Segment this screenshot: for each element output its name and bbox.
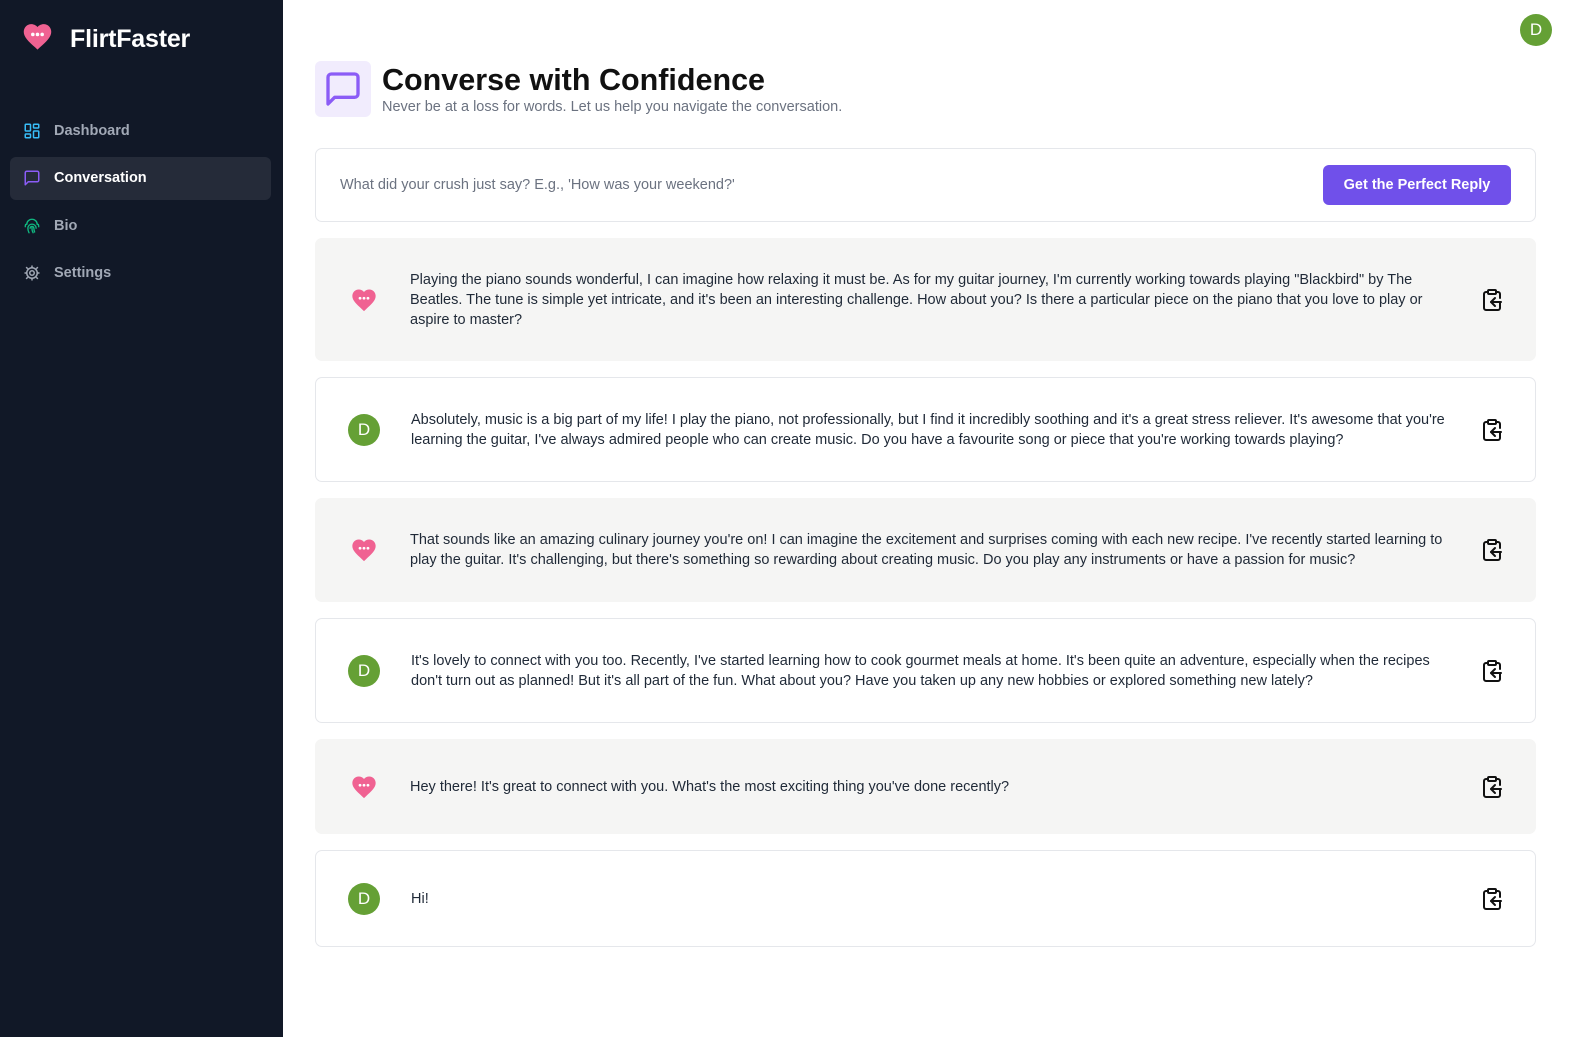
sidebar-item-label: Bio bbox=[54, 217, 78, 234]
sidebar-item-conversation[interactable]: Conversation bbox=[10, 156, 271, 200]
sidebar-item-settings[interactable]: Settings bbox=[10, 252, 271, 295]
clipboard-copy-icon[interactable] bbox=[1479, 537, 1505, 563]
prompt-form: Get the Perfect Reply bbox=[315, 148, 1536, 222]
message-text: Hi! bbox=[411, 890, 429, 907]
message-user: D Hi! bbox=[315, 850, 1536, 947]
header-text: Converse with Confidence Never be at a l… bbox=[382, 61, 842, 117]
sidebar-nav: Dashboard Conversation Bio Settings bbox=[10, 109, 271, 299]
fingerprint-icon bbox=[22, 216, 42, 236]
page-header: Converse with Confidence Never be at a l… bbox=[315, 61, 842, 117]
get-reply-button[interactable]: Get the Perfect Reply bbox=[1323, 165, 1511, 205]
page-subtitle: Never be at a loss for words. Let us hel… bbox=[382, 99, 843, 115]
user-avatar: D bbox=[348, 654, 380, 687]
main-content: D Converse with Confidence Never be at a… bbox=[283, 0, 1583, 1037]
heart-bot-icon bbox=[348, 771, 380, 803]
brand[interactable]: FlirtFaster bbox=[21, 20, 190, 58]
grid-icon bbox=[22, 121, 42, 141]
clipboard-copy-icon[interactable] bbox=[1479, 658, 1505, 684]
sidebar: FlirtFaster Dashboard Conversation Bio S… bbox=[0, 0, 283, 1037]
message-user: D Absolutely, music is a big part of my … bbox=[315, 377, 1536, 482]
message-bot: Hey there! It's great to connect with yo… bbox=[315, 739, 1536, 834]
app-name: FlirtFaster bbox=[70, 24, 191, 53]
sidebar-item-label: Dashboard bbox=[54, 122, 130, 139]
message-list: Playing the piano sounds wonderful, I ca… bbox=[315, 238, 1536, 963]
message-text: Playing the piano sounds wonderful, I ca… bbox=[410, 271, 1423, 328]
message-text: Hey there! It's great to connect with yo… bbox=[410, 778, 1010, 795]
heart-bot-icon bbox=[348, 534, 380, 566]
message-text: Absolutely, music is a big part of my li… bbox=[411, 411, 1445, 448]
sidebar-item-label: Conversation bbox=[54, 170, 147, 186]
message-text: It's lovely to connect with you too. Rec… bbox=[411, 652, 1430, 689]
message-user: D It's lovely to connect with you too. R… bbox=[315, 618, 1536, 723]
gear-icon bbox=[22, 263, 42, 283]
sidebar-item-bio[interactable]: Bio bbox=[10, 204, 271, 247]
user-avatar: D bbox=[348, 413, 380, 446]
message-text: That sounds like an amazing culinary jou… bbox=[410, 532, 1443, 568]
heart-bot-icon bbox=[348, 284, 380, 316]
user-avatar: D bbox=[348, 882, 380, 915]
clipboard-copy-icon[interactable] bbox=[1479, 774, 1505, 800]
clipboard-copy-icon[interactable] bbox=[1479, 287, 1505, 313]
message-bot: Playing the piano sounds wonderful, I ca… bbox=[315, 238, 1536, 361]
message-bot: That sounds like an amazing culinary jou… bbox=[315, 498, 1536, 602]
message-input[interactable] bbox=[340, 177, 1240, 193]
sidebar-item-label: Settings bbox=[54, 265, 112, 281]
message-square-icon bbox=[315, 61, 371, 117]
clipboard-copy-icon[interactable] bbox=[1479, 886, 1505, 912]
user-avatar[interactable]: D bbox=[1520, 14, 1552, 46]
heart-logo-icon bbox=[21, 20, 54, 58]
clipboard-copy-icon[interactable] bbox=[1479, 417, 1505, 443]
page-title: Converse with Confidence bbox=[382, 63, 766, 97]
message-square-icon bbox=[22, 168, 42, 188]
sidebar-item-dashboard[interactable]: Dashboard bbox=[10, 109, 271, 152]
